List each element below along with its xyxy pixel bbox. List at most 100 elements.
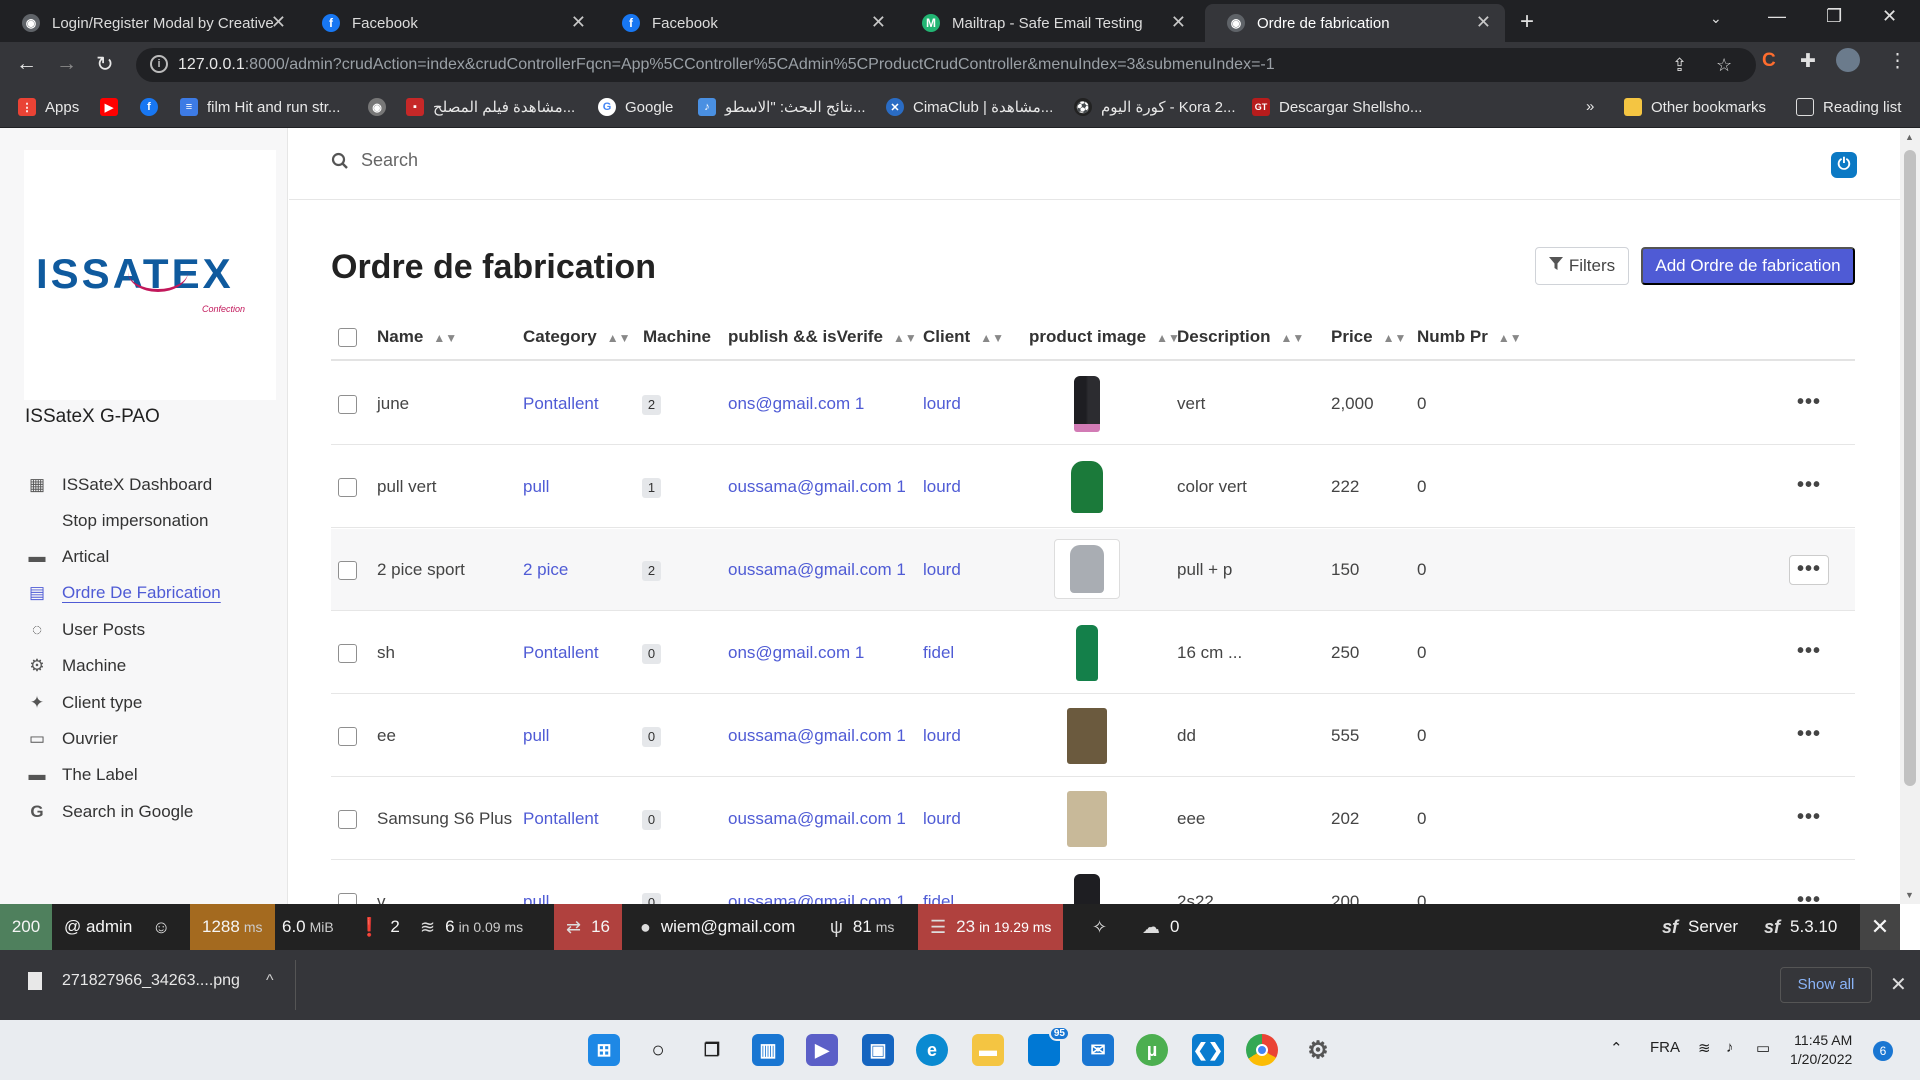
- logs-count[interactable]: ❗ 2: [346, 904, 412, 950]
- row-publish-link[interactable]: oussama@gmail.com 1: [728, 809, 906, 829]
- sidebar-item-ouvrier[interactable]: ▭ Ouvrier: [26, 724, 276, 754]
- sidebar-item-the-label[interactable]: ▬ The Label: [26, 760, 276, 790]
- row-category-link[interactable]: Pontallent: [523, 394, 599, 414]
- memory-usage[interactable]: 6.0 MiB: [270, 904, 346, 950]
- minimize-button[interactable]: —: [1768, 6, 1786, 27]
- row-category-link[interactable]: Pontallent: [523, 643, 599, 663]
- row-actions-button[interactable]: •••: [1789, 389, 1829, 419]
- close-icon[interactable]: ✕: [871, 12, 886, 33]
- status-code-badge[interactable]: 200: [0, 904, 52, 950]
- row-checkbox[interactable]: [338, 478, 357, 497]
- bookmark-arabic-film[interactable]: ▪ مشاهدة فيلم المصلح...: [406, 98, 575, 116]
- chrome-menu-icon[interactable]: ⋮: [1888, 50, 1907, 73]
- route-admin[interactable]: @ admin: [52, 904, 144, 950]
- row-client-link[interactable]: lourd: [923, 477, 961, 497]
- product-image[interactable]: [1061, 375, 1113, 433]
- row-checkbox[interactable]: [338, 395, 357, 414]
- reading-list[interactable]: Reading list: [1796, 98, 1901, 116]
- close-icon[interactable]: ✕: [571, 12, 586, 33]
- server-info[interactable]: sf Server: [1650, 904, 1750, 950]
- row-actions-button[interactable]: •••: [1789, 555, 1829, 585]
- column-header-publish[interactable]: publish && isVerife ▲▼: [728, 327, 917, 347]
- sidebar-item-machine[interactable]: ⚙ Machine: [26, 651, 276, 681]
- product-image[interactable]: [1054, 539, 1120, 599]
- volume-icon[interactable]: ♪: [1726, 1039, 1734, 1056]
- sidebar-item-client-type[interactable]: ✦ Client type: [26, 688, 276, 718]
- bookmark-cimaclub[interactable]: ✕ CimaClub | مشاهدة...: [886, 98, 1053, 116]
- product-image[interactable]: [1061, 707, 1113, 765]
- row-actions-button[interactable]: •••: [1789, 804, 1829, 834]
- close-icon[interactable]: ✕: [1476, 12, 1491, 33]
- mail-app-icon[interactable]: 95: [1028, 1026, 1070, 1066]
- vscode-icon[interactable]: ❮❯: [1192, 1034, 1224, 1066]
- column-header-numb-pr[interactable]: Numb Pr ▲▼: [1417, 327, 1522, 347]
- bookmark-globe[interactable]: ◉: [368, 98, 395, 116]
- logo[interactable]: ISSATEX Confection: [24, 150, 276, 400]
- language-indicator[interactable]: FRA: [1650, 1039, 1680, 1056]
- tab-facebook-2[interactable]: f Facebook ✕: [600, 4, 900, 42]
- settings-gear-icon[interactable]: ⚙: [1302, 1034, 1334, 1066]
- tab-login-register[interactable]: ◉ Login/Register Modal by Creative ✕: [0, 4, 300, 42]
- row-publish-link[interactable]: ons@gmail.com 1: [728, 394, 864, 414]
- tab-mailtrap[interactable]: M Mailtrap - Safe Email Testing ✕: [900, 4, 1200, 42]
- cache-stats[interactable]: ≋ 6 in 0.09 ms: [408, 904, 535, 950]
- row-publish-link[interactable]: oussama@gmail.com 1: [728, 560, 906, 580]
- sidebar-item-dashboard[interactable]: ▦ ISSateX Dashboard: [26, 470, 276, 500]
- row-client-link[interactable]: lourd: [923, 394, 961, 414]
- url-bar[interactable]: i 127.0.0.1:8000/admin?crudAction=index&…: [136, 48, 1756, 82]
- utorrent-icon[interactable]: µ: [1136, 1034, 1168, 1066]
- column-header-client[interactable]: Client ▲▼: [923, 327, 1004, 347]
- scrollbar-thumb[interactable]: [1904, 150, 1916, 786]
- notification-count[interactable]: 6: [1873, 1041, 1893, 1061]
- window-close-button[interactable]: ✕: [1882, 6, 1897, 27]
- mail-icon[interactable]: ✉: [1082, 1034, 1114, 1066]
- row-actions-button[interactable]: •••: [1789, 472, 1829, 502]
- product-image[interactable]: [1061, 790, 1113, 848]
- other-bookmarks[interactable]: Other bookmarks: [1624, 98, 1766, 116]
- battery-icon[interactable]: ▭: [1756, 1039, 1770, 1057]
- toolbar-close-button[interactable]: ✕: [1860, 904, 1900, 950]
- upload-stats[interactable]: ☁ 0: [1130, 904, 1191, 950]
- column-header-product-image[interactable]: product image ▲▼: [1029, 327, 1180, 347]
- column-header-description[interactable]: Description ▲▼: [1177, 327, 1304, 347]
- file-explorer-icon[interactable]: ▬: [972, 1034, 1004, 1066]
- show-all-button[interactable]: Show all: [1780, 967, 1872, 1003]
- bookmark-star-icon[interactable]: ☆: [1716, 55, 1732, 76]
- bookmark-youtube[interactable]: ▶: [100, 98, 127, 116]
- security-user[interactable]: ● wiem@gmail.com: [628, 904, 807, 950]
- store-icon[interactable]: ▣: [862, 1034, 894, 1066]
- row-checkbox[interactable]: [338, 727, 357, 746]
- column-header-category[interactable]: Category ▲▼: [523, 327, 630, 347]
- row-client-link[interactable]: fidel: [923, 643, 954, 663]
- downloads-close-button[interactable]: ✕: [1890, 972, 1907, 997]
- row-client-link[interactable]: lourd: [923, 809, 961, 829]
- row-checkbox[interactable]: [338, 644, 357, 663]
- column-header-price[interactable]: Price ▲▼: [1331, 327, 1406, 347]
- bookmark-kora[interactable]: ⚽ كورة اليوم - Kora 2...: [1074, 98, 1236, 116]
- sidebar-item-stop-impersonation[interactable]: Stop impersonation: [26, 506, 276, 536]
- translations-count[interactable]: ⇄ 16: [554, 904, 623, 950]
- add-ordre-button[interactable]: Add Ordre de fabrication: [1641, 247, 1855, 285]
- row-checkbox[interactable]: [338, 810, 357, 829]
- site-info-icon[interactable]: i: [150, 55, 168, 73]
- sidebar-item-artical[interactable]: ▬ Artical: [26, 542, 276, 572]
- row-category-link[interactable]: pull: [523, 477, 549, 497]
- filters-button[interactable]: Filters: [1535, 247, 1629, 285]
- bookmarks-overflow[interactable]: »: [1586, 98, 1594, 115]
- restore-button[interactable]: ❐: [1826, 6, 1842, 27]
- scroll-up-icon[interactable]: ▲: [1905, 132, 1914, 142]
- product-image[interactable]: [1061, 624, 1113, 682]
- row-category-link[interactable]: pull: [523, 726, 549, 746]
- windows-start-icon[interactable]: ⊞: [588, 1034, 620, 1066]
- tab-ordre-de-fabrication[interactable]: ◉ Ordre de fabrication ✕: [1205, 4, 1505, 42]
- url-text[interactable]: 127.0.0.1:8000/admin?crudAction=index&cr…: [178, 56, 1275, 74]
- symfony-version[interactable]: sf 5.3.10: [1752, 904, 1849, 950]
- bookmark-google[interactable]: G Google: [598, 98, 673, 116]
- edge-icon[interactable]: e: [916, 1034, 948, 1066]
- twig-time[interactable]: ψ 81 ms: [818, 904, 906, 950]
- profile-avatar[interactable]: [1836, 48, 1860, 72]
- sidebar-item-ordre-de-fabrication[interactable]: ▤ Ordre De Fabrication: [26, 578, 276, 608]
- row-client-link[interactable]: lourd: [923, 726, 961, 746]
- row-checkbox[interactable]: [338, 561, 357, 580]
- tab-facebook-1[interactable]: f Facebook ✕: [300, 4, 600, 42]
